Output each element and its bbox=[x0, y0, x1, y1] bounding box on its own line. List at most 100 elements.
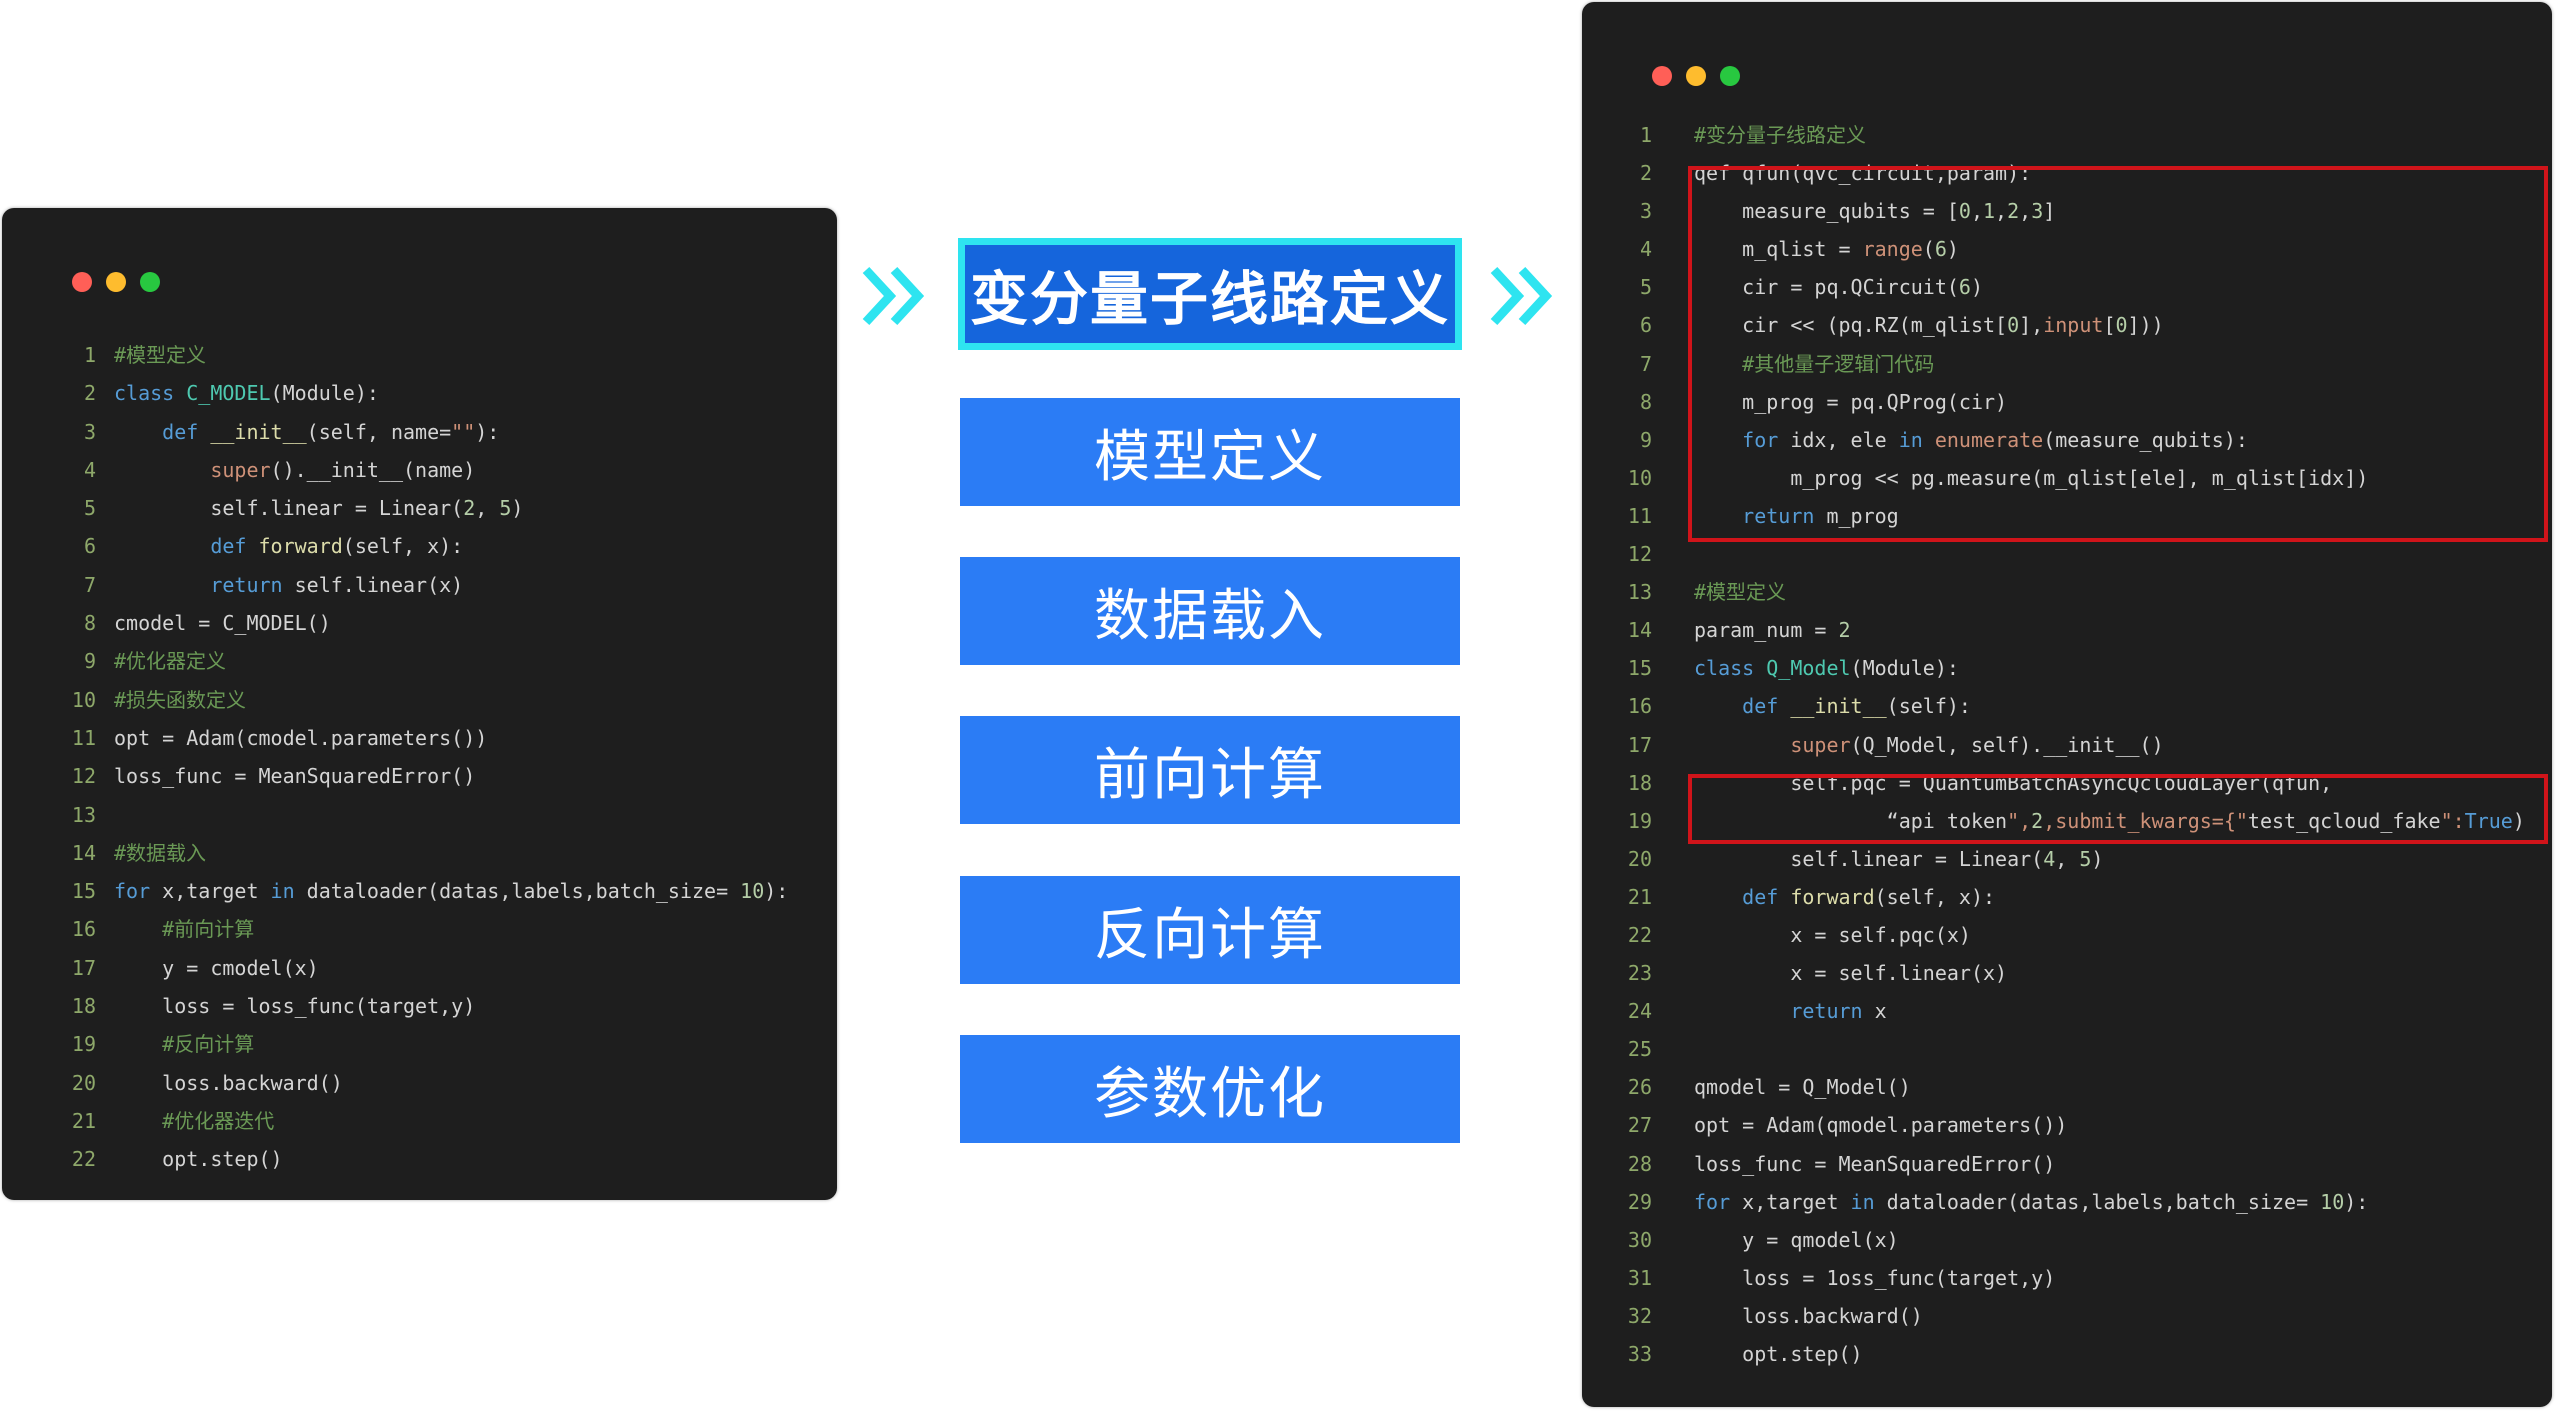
code-token: #变分量子线路定义 bbox=[1694, 123, 1867, 147]
line-number: 27 bbox=[1627, 1113, 1652, 1138]
window-minimize-dot[interactable] bbox=[106, 272, 126, 292]
window-maximize-dot[interactable] bbox=[1720, 66, 1740, 86]
line-number: 26 bbox=[1627, 1075, 1652, 1100]
line-number: 4 bbox=[83, 457, 96, 482]
line-number: 16 bbox=[71, 917, 96, 942]
line-number: 5 bbox=[1639, 275, 1652, 300]
code-token: loss.backward() bbox=[1694, 1303, 1923, 1328]
step-forward-computation[interactable]: 前向计算 bbox=[960, 716, 1460, 824]
code-token: 2 bbox=[463, 496, 476, 521]
code-line: 22 opt.step() bbox=[2, 1140, 837, 1178]
code-text: #数据载入 bbox=[114, 834, 206, 872]
line-number: 25 bbox=[1627, 1037, 1652, 1062]
code-token: __init__ bbox=[1790, 694, 1887, 719]
code-line: 12 loss_func = MeanSquaredError() bbox=[2, 757, 837, 795]
code-text: def forward(self, x): bbox=[1694, 878, 1995, 916]
code-line: 14 #数据载入 bbox=[2, 834, 837, 872]
code-text: y = cmodel(x) bbox=[114, 949, 319, 987]
code-token: in bbox=[270, 879, 307, 904]
double-chevron-right-icon bbox=[1490, 266, 1553, 326]
code-line: 20 loss.backward() bbox=[2, 1064, 837, 1102]
line-number: 1 bbox=[1639, 123, 1652, 147]
code-line: 17 y = cmodel(x) bbox=[2, 949, 837, 987]
code-text: x = self.linear(x) bbox=[1694, 954, 2007, 992]
code-line: 32 loss.backward() bbox=[1582, 1297, 2552, 1335]
code-text: loss = loss_func(target,y) bbox=[114, 987, 475, 1025]
code-line: 19 #反向计算 bbox=[2, 1025, 837, 1063]
code-token: , bbox=[2055, 846, 2080, 871]
step-parameter-optimization[interactable]: 参数优化 bbox=[960, 1035, 1460, 1143]
code-text: for x,target in dataloader(datas,labels,… bbox=[114, 872, 788, 910]
line-number: 9 bbox=[1639, 427, 1652, 452]
line-number: 15 bbox=[1627, 656, 1652, 681]
code-token: dataloader(datas,labels,batch_size= bbox=[306, 879, 741, 904]
line-number: 28 bbox=[1627, 1151, 1652, 1176]
code-token: (self, x): bbox=[1874, 884, 1996, 909]
step-variational-circuit-definition[interactable]: 变分量子线路定义 bbox=[958, 238, 1462, 350]
code-text: self.linear = Linear(4, 5) bbox=[1694, 840, 2103, 878]
line-number: 11 bbox=[71, 725, 96, 750]
code-text: #损失函数定义 bbox=[114, 681, 246, 719]
step-label: 前向计算 bbox=[1094, 742, 1326, 808]
line-number: 31 bbox=[1627, 1265, 1652, 1290]
line-number: 4 bbox=[1639, 237, 1652, 262]
window-close-dot[interactable] bbox=[1652, 66, 1672, 86]
code-token: Q_Model bbox=[1766, 656, 1851, 681]
code-token: (Q_Model, self).__init__() bbox=[1850, 732, 2164, 757]
code-token: x = self.pqc(x) bbox=[1694, 922, 1971, 947]
step-data-loading[interactable]: 数据载入 bbox=[960, 557, 1460, 665]
line-number: 15 bbox=[71, 879, 96, 904]
code-line: 4 super().__init__(name) bbox=[2, 451, 837, 489]
line-number: 17 bbox=[1627, 732, 1652, 757]
code-token: (Module): bbox=[1850, 656, 1959, 681]
code-line: 1 #变分量子线路定义 bbox=[1582, 116, 2552, 154]
window-close-dot[interactable] bbox=[72, 272, 92, 292]
line-number: 13 bbox=[71, 802, 96, 827]
code-token: def bbox=[1742, 884, 1791, 909]
code-line: 23 x = self.linear(x) bbox=[1582, 954, 2552, 992]
code-text: loss.backward() bbox=[114, 1064, 343, 1102]
code-token: loss = loss_func(target,y) bbox=[114, 994, 476, 1019]
code-token: dataloader(datas,labels,batch_size= bbox=[1886, 1189, 2321, 1214]
code-text: for x,target in dataloader(datas,labels,… bbox=[1694, 1183, 2368, 1221]
code-text: qmodel = Q_Model() bbox=[1694, 1068, 1911, 1106]
window-minimize-dot[interactable] bbox=[1686, 66, 1706, 86]
code-token: #模型定义 bbox=[1694, 580, 1787, 605]
code-text: opt = Adam(qmodel.parameters()) bbox=[1694, 1106, 2067, 1144]
code-line: 15 class Q_Model(Module): bbox=[1582, 649, 2552, 687]
step-backward-computation[interactable]: 反向计算 bbox=[960, 876, 1460, 984]
code-token: return bbox=[210, 572, 295, 597]
line-number: 17 bbox=[71, 955, 96, 980]
line-number: 18 bbox=[1627, 770, 1652, 795]
code-token: opt.step() bbox=[1694, 1342, 1863, 1366]
code-line: 22 x = self.pqc(x) bbox=[1582, 916, 2552, 954]
code-token: ): bbox=[2344, 1189, 2369, 1214]
code-token: , bbox=[475, 496, 500, 521]
code-text: y = qmodel(x) bbox=[1694, 1221, 1899, 1259]
code-token: (self): bbox=[1886, 694, 1971, 719]
code-line: 7 return self.linear(x) bbox=[2, 566, 837, 604]
code-text: #反向计算 bbox=[114, 1025, 254, 1063]
line-number: 16 bbox=[1627, 694, 1652, 719]
line-number: 8 bbox=[1639, 389, 1652, 414]
code-line: 13 #模型定义 bbox=[1582, 573, 2552, 611]
code-line: 13 bbox=[2, 796, 837, 834]
window-maximize-dot[interactable] bbox=[140, 272, 160, 292]
code-token: 5 bbox=[499, 496, 512, 521]
code-token: loss_func = MeanSquaredError() bbox=[114, 764, 476, 789]
code-token: #前向计算 bbox=[162, 917, 255, 942]
code-text: loss_func = MeanSquaredError() bbox=[114, 757, 475, 795]
code-token: "" bbox=[451, 419, 476, 444]
step-model-definition[interactable]: 模型定义 bbox=[960, 398, 1460, 506]
code-text: param_num = 2 bbox=[1694, 611, 1851, 649]
code-text: #优化器定义 bbox=[114, 642, 226, 680]
line-number: 33 bbox=[1627, 1342, 1652, 1366]
line-number: 1 bbox=[83, 343, 96, 367]
classical-code-block: 1 #模型定义 2 class C_MODEL(Module): 3 def __ini… bbox=[2, 336, 837, 1179]
line-number: 23 bbox=[1627, 961, 1652, 986]
line-number: 11 bbox=[1627, 503, 1652, 528]
line-number: 8 bbox=[83, 611, 96, 636]
